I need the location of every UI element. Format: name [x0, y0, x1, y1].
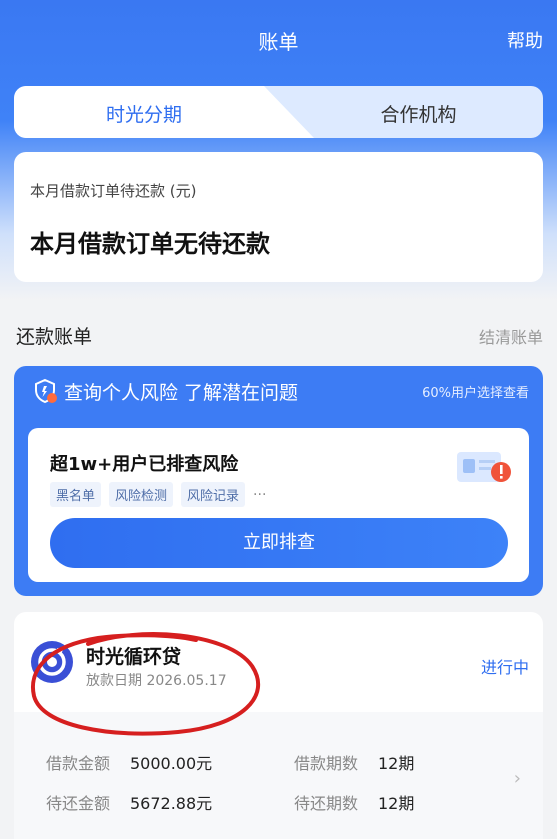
loan-product-logo: [31, 641, 73, 683]
risk-card-header: 查询个人风险 了解潜在问题 60%用户选择查看: [14, 366, 543, 414]
due-term-value: 12期: [378, 794, 415, 813]
risk-card-body: 超1w+用户已排查风险 黑名单 风险检测 风险记录 ··· 立即排查: [28, 428, 529, 582]
settled-bills-link[interactable]: 结清账单: [479, 324, 543, 348]
top-bar: 账单 帮助: [0, 0, 557, 78]
monthly-repayment-value: 本月借款订单无待还款: [30, 230, 270, 258]
risk-tag-list: 黑名单 风险检测 风险记录 ···: [50, 482, 266, 507]
due-term-label: 待还期数: [294, 794, 359, 813]
tag-risk-detection: 风险检测: [109, 482, 174, 507]
loan-amount-label: 借款金额: [46, 754, 111, 773]
shield-icon: [35, 378, 57, 404]
check-now-button[interactable]: 立即排查: [50, 518, 508, 568]
monthly-repayment-card: 本月借款订单待还款 (元) 本月借款订单无待还款: [14, 152, 543, 282]
tag-risk-record: 风险记录: [181, 482, 246, 507]
loan-amount-value: 5000.00元: [130, 754, 213, 773]
due-amount-label: 待还金额: [46, 794, 111, 813]
due-amount-value: 5672.88元: [130, 794, 213, 813]
risk-headline: 超1w+用户已排查风险: [50, 454, 239, 475]
loan-status-badge: 进行中: [480, 658, 529, 677]
tab-shiguang-installment[interactable]: 时光分期: [14, 100, 274, 127]
loan-disbursement-date: 放款日期 2026.05.17: [86, 673, 227, 689]
repayment-bills-title: 还款账单: [16, 326, 93, 348]
risk-card-title: 查询个人风险 了解潜在问题: [64, 382, 299, 404]
page-title: 账单: [258, 30, 299, 54]
tab-partner-institutions[interactable]: 合作机构: [294, 100, 543, 127]
loan-term-value: 12期: [378, 754, 415, 773]
risk-check-card: 查询个人风险 了解潜在问题 60%用户选择查看 超1w+用户已排查风险 黑名单 …: [14, 366, 543, 596]
id-card-warning-icon: [457, 452, 511, 482]
tag-blacklist: 黑名单: [50, 482, 102, 507]
help-button[interactable]: 帮助: [507, 27, 543, 53]
chevron-right-icon[interactable]: ›: [514, 768, 521, 789]
loan-term-label: 借款期数: [294, 754, 359, 773]
loan-product-name: 时光循环贷: [86, 646, 182, 668]
loan-detail-panel: 借款金额 5000.00元 借款期数 12期 待还金额 5672.88元 待还期…: [14, 712, 543, 839]
tab-bar: 时光分期 合作机构: [14, 86, 543, 138]
loan-card[interactable]: 时光循环贷 放款日期 2026.05.17 进行中 借款金额 5000.00元 …: [14, 612, 543, 839]
tag-more: ···: [253, 486, 267, 503]
monthly-repayment-label: 本月借款订单待还款 (元): [30, 182, 197, 200]
risk-card-hint: 60%用户选择查看: [422, 386, 529, 401]
